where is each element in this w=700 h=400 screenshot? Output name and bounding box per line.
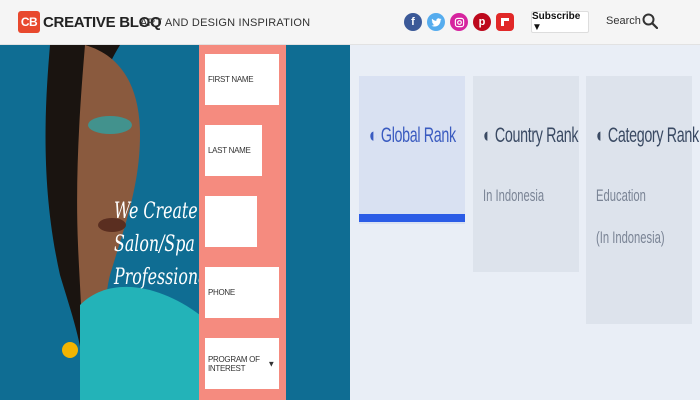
field-placeholder: PHONE — [208, 288, 235, 297]
hero-headline: We Create Salon/Spa Professionals — [114, 195, 221, 294]
global-rank-title: ◐ Global Rank — [369, 124, 456, 147]
country-rank-subtitle: In Indonesia — [483, 186, 545, 205]
headline-line: Salon/Spa — [114, 232, 195, 257]
headline-line: We Create — [114, 199, 198, 224]
category-name: Education — [596, 186, 646, 205]
subscribe-button[interactable]: Subscribe ▼ — [531, 11, 589, 33]
phone-field[interactable]: PHONE — [205, 267, 279, 318]
pinterest-icon[interactable]: p — [473, 13, 491, 31]
signup-form: FIRST NAME LAST NAME PHONE PROGRAM OF IN… — [199, 45, 286, 400]
chevron-down-icon: ▼ — [267, 359, 275, 368]
country-rank-title: ◐ Country Rank — [483, 124, 579, 147]
country-rank-card[interactable]: ◐ Country Rank In Indonesia — [473, 76, 579, 272]
headline-line: Professionals — [114, 265, 221, 290]
active-tab-indicator — [359, 214, 465, 222]
first-name-field[interactable]: FIRST NAME — [205, 54, 279, 105]
category-rank-card[interactable]: ◐ Category Rank Education (In Indonesia) — [586, 76, 699, 324]
instagram-icon[interactable] — [450, 13, 468, 31]
twitter-icon[interactable] — [427, 13, 445, 31]
hero-ad-banner[interactable]: We Create Salon/Spa Professionals FIRST … — [0, 45, 350, 400]
field-placeholder: FIRST NAME — [208, 75, 254, 84]
site-header: CB CREATIVE BLOQ ART AND DESIGN INSPIRAT… — [0, 0, 700, 45]
email-field[interactable] — [205, 196, 257, 247]
field-placeholder: PROGRAM OF INTEREST — [208, 354, 260, 373]
logo-badge: CB — [18, 11, 40, 33]
global-rank-card[interactable]: ◐ Global Rank — [359, 76, 465, 224]
site-tagline: ART AND DESIGN INSPIRATION — [140, 17, 311, 29]
program-select[interactable]: PROGRAM OF INTEREST ▼ — [205, 338, 279, 389]
last-name-field[interactable]: LAST NAME — [205, 125, 262, 176]
search-icon[interactable] — [642, 13, 658, 29]
search-label[interactable]: Search — [606, 15, 641, 27]
flipboard-icon[interactable] — [496, 13, 514, 31]
category-icon: ◐ — [596, 124, 605, 147]
category-rank-title: ◐ Category Rank — [596, 124, 699, 147]
facebook-icon[interactable]: f — [404, 13, 422, 31]
globe-icon: ◐ — [369, 124, 378, 147]
field-placeholder: LAST NAME — [208, 146, 251, 155]
category-region: (In Indonesia) — [596, 228, 665, 247]
flag-icon: ◐ — [483, 124, 492, 147]
